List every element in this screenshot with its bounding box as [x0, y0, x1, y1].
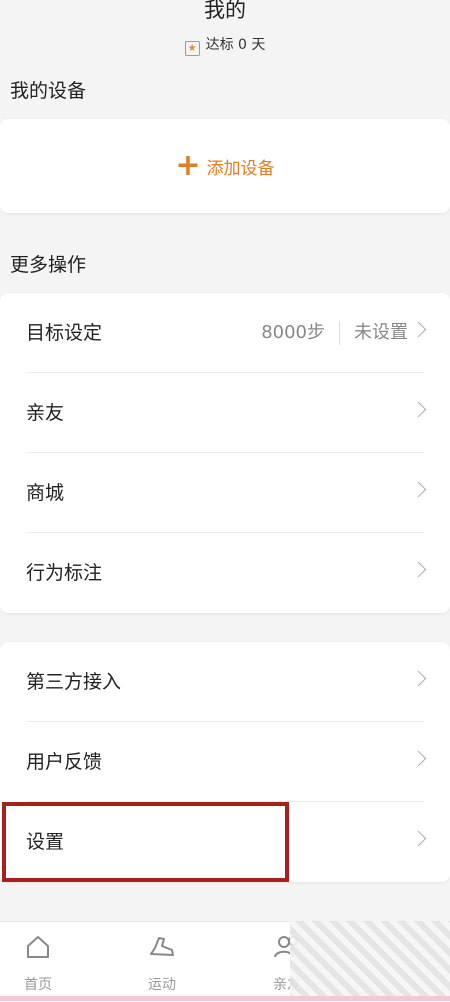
divider [339, 321, 340, 345]
goal-setting-status: 未设置 [354, 322, 408, 343]
tab-home[interactable]: 首页 [0, 922, 88, 1002]
menu-item-label: 行为标注 [26, 562, 103, 584]
goal-status: ★ 达标 0 天 [0, 34, 450, 56]
chevron-right-icon [410, 830, 427, 847]
page-title: 我的 [204, 0, 246, 22]
menu-item-label: 第三方接入 [26, 671, 122, 693]
menu-item-label: 商城 [26, 482, 65, 504]
menu-item-goal-setting[interactable]: 目标设定 8000步 未设置 [0, 293, 450, 373]
chevron-right-icon [410, 321, 427, 338]
plus-icon: + [175, 148, 201, 183]
star-icon: ★ [184, 41, 200, 56]
goal-steps: 8000步 [261, 322, 325, 343]
tab-label: 运动 [148, 977, 176, 993]
chevron-right-icon [410, 670, 427, 687]
tab-exercise[interactable]: 运动 [112, 922, 212, 1002]
menu-item-feedback[interactable]: 用户反馈 [0, 722, 450, 802]
home-icon [25, 934, 51, 964]
section-title-more-actions: 更多操作 [10, 254, 87, 276]
section-title-my-devices: 我的设备 [10, 80, 87, 102]
menu-item-behavior-tagging[interactable]: 行为标注 [0, 533, 450, 613]
menu-item-label: 用户反馈 [26, 751, 103, 773]
chevron-right-icon [410, 481, 427, 498]
chevron-right-icon [410, 401, 427, 418]
menu-item-mall[interactable]: 商城 [0, 453, 450, 533]
watermark [290, 921, 450, 1001]
add-device-label: 添加设备 [206, 158, 275, 179]
menu-item-label: 目标设定 [26, 322, 103, 344]
goal-days: 0 [238, 37, 247, 53]
menu-item-friends[interactable]: 亲友 [0, 373, 450, 453]
add-device-button[interactable]: + 添加设备 [0, 119, 450, 213]
more-actions-card: 目标设定 8000步 未设置 亲友 商城 行为标注 [0, 293, 450, 613]
my-devices-card: + 添加设备 [0, 119, 450, 213]
goal-unit: 天 [251, 37, 266, 53]
shoe-icon [147, 934, 177, 964]
chevron-right-icon [410, 561, 427, 578]
settings-highlight-box [2, 802, 289, 882]
menu-item-third-party[interactable]: 第三方接入 [0, 642, 450, 722]
header: 我的 ★ 达标 0 天 [0, 0, 450, 60]
goal-label: 达标 [205, 37, 234, 53]
bottom-strip [0, 996, 450, 1001]
goal-setting-info: 8000步 未设置 [261, 293, 408, 373]
tab-label: 首页 [24, 977, 52, 993]
menu-item-label: 亲友 [26, 402, 65, 424]
chevron-right-icon [410, 750, 427, 767]
